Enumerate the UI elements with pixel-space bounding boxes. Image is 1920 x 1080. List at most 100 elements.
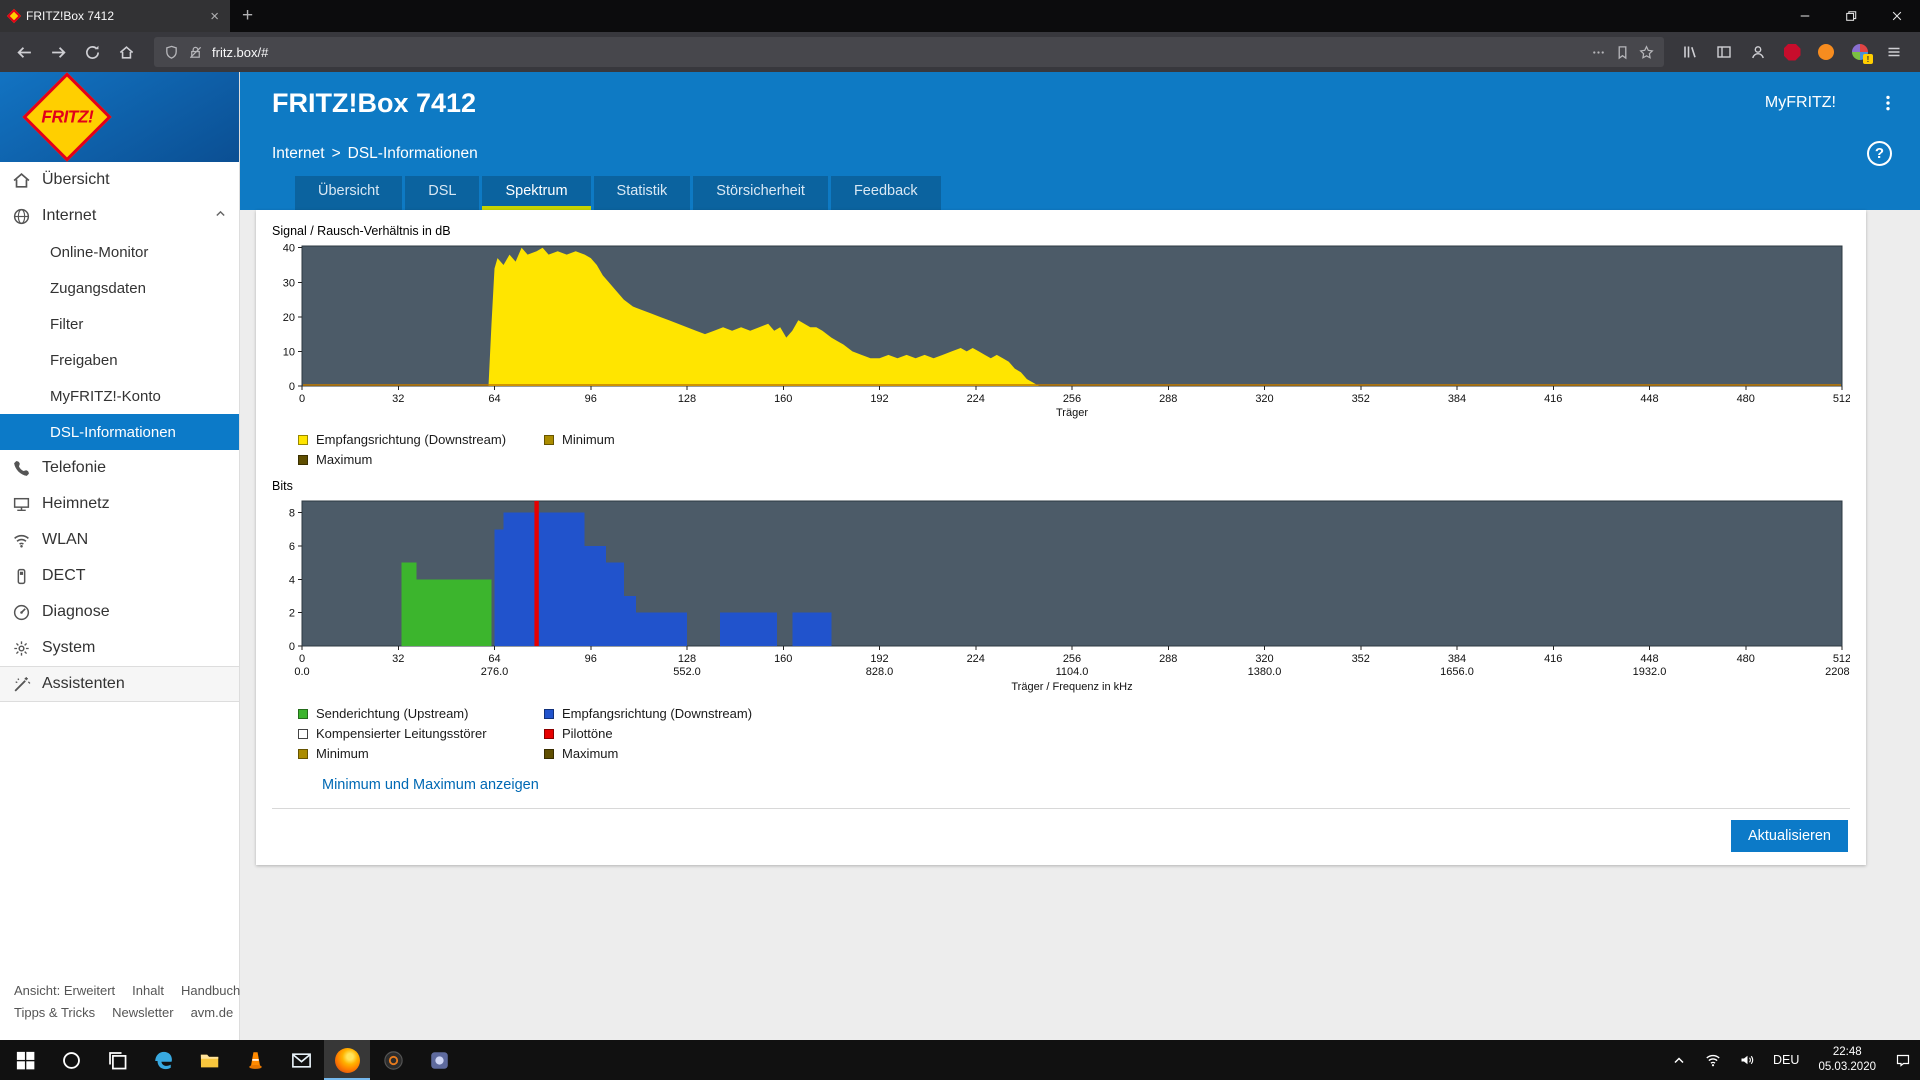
- legend-label: Senderichtung (Upstream): [316, 706, 469, 721]
- legend-label: Maximum: [316, 452, 373, 467]
- svg-text:64: 64: [488, 393, 500, 405]
- home-button[interactable]: [110, 36, 142, 68]
- svg-text:0: 0: [299, 653, 305, 665]
- breadcrumb-section[interactable]: Internet: [272, 145, 325, 163]
- refresh-button[interactable]: Aktualisieren: [1730, 820, 1848, 852]
- svg-text:416: 416: [1544, 653, 1562, 665]
- snr-chart: 0 32 64 96 128 160 192 224 256 288 320 352 384 416 448…: [272, 241, 1851, 425]
- new-tab-button[interactable]: +: [230, 5, 265, 27]
- fritz-favicon: [6, 8, 22, 24]
- sidebar-item-myfritz-konto[interactable]: MyFRITZ!-Konto: [0, 378, 239, 414]
- action-center-icon[interactable]: [1886, 1040, 1920, 1080]
- sidebar-item-online-monitor[interactable]: Online-Monitor: [0, 234, 239, 270]
- svg-text:0: 0: [299, 393, 305, 405]
- svg-text:288: 288: [1159, 653, 1177, 665]
- account-icon[interactable]: [1744, 38, 1772, 66]
- firefox-taskbar-icon[interactable]: [324, 1040, 370, 1080]
- legend-swatch: [544, 748, 554, 759]
- tray-expand-icon[interactable]: [1662, 1040, 1696, 1080]
- show-minmax-link[interactable]: Minimum und Maximum anzeigen: [322, 777, 539, 793]
- myfritz-link[interactable]: MyFRITZ!: [1765, 94, 1836, 112]
- footer-link-handbuch[interactable]: Handbuch: [181, 983, 240, 998]
- url-bar[interactable]: fritz.box/#: [154, 37, 1664, 67]
- media-app-taskbar-icon[interactable]: [370, 1040, 416, 1080]
- footer-link-newsletter[interactable]: Newsletter: [112, 1005, 173, 1020]
- sidebar-item-dsl-informationen[interactable]: DSL-Informationen: [0, 414, 239, 450]
- sidebar-item-wlan[interactable]: WLAN: [0, 522, 239, 558]
- extension-icon-multicolor[interactable]: !: [1846, 38, 1874, 66]
- explorer-taskbar-icon[interactable]: [186, 1040, 232, 1080]
- browser-tab[interactable]: FRITZ!Box 7412 ×: [0, 0, 230, 32]
- legend-item-senderichtung-upstream: Senderichtung (Upstream): [298, 706, 534, 721]
- url-text[interactable]: fritz.box/#: [212, 45, 1582, 60]
- taskview-taskbar-icon[interactable]: [94, 1040, 140, 1080]
- sidebar-item-dect[interactable]: DECT: [0, 558, 239, 594]
- svg-text:10: 10: [283, 346, 295, 358]
- window-restore-button[interactable]: [1828, 0, 1874, 32]
- reload-button[interactable]: [76, 36, 108, 68]
- tab-spektrum[interactable]: Spektrum: [482, 176, 591, 210]
- kebab-menu-icon[interactable]: [1876, 91, 1900, 115]
- svg-text:224: 224: [967, 653, 985, 665]
- sidebar-item-label: Freigaben: [50, 351, 118, 369]
- help-button[interactable]: ?: [1867, 141, 1892, 166]
- sidebar-item-assistenten[interactable]: Assistenten: [0, 666, 239, 702]
- sidebar-item-filter[interactable]: Filter: [0, 306, 239, 342]
- footer-link-tipps-tricks[interactable]: Tipps & Tricks: [14, 1005, 95, 1020]
- tab-statistik[interactable]: Statistik: [593, 176, 691, 210]
- bookmark-flag-icon[interactable]: [1615, 45, 1630, 60]
- photos-app-taskbar-icon[interactable]: [416, 1040, 462, 1080]
- forward-button[interactable]: [42, 36, 74, 68]
- search-taskbar-icon[interactable]: [48, 1040, 94, 1080]
- window-close-button[interactable]: [1874, 0, 1920, 32]
- network-icon[interactable]: [1696, 1040, 1730, 1080]
- window-minimize-button[interactable]: [1782, 0, 1828, 32]
- svg-text:1380.0: 1380.0: [1248, 666, 1282, 678]
- adblock-extension-icon[interactable]: [1778, 38, 1806, 66]
- insecure-lock-icon[interactable]: [188, 45, 203, 60]
- svg-text:320: 320: [1255, 393, 1273, 405]
- tab-dsl[interactable]: DSL: [405, 176, 480, 210]
- tab-feedback[interactable]: Feedback: [830, 176, 941, 210]
- sidebar-item-internet[interactable]: Internet: [0, 198, 239, 234]
- legend-swatch: [298, 728, 308, 739]
- taskbar-clock[interactable]: 22:48 05.03.2020: [1808, 1045, 1886, 1075]
- tracking-shield-icon[interactable]: [164, 45, 179, 60]
- tab-close-icon[interactable]: ×: [208, 8, 221, 25]
- footer-link-avm-de[interactable]: avm.de: [191, 1005, 234, 1020]
- language-indicator[interactable]: DEU: [1764, 1053, 1808, 1067]
- menu-icon[interactable]: [1880, 38, 1908, 66]
- start-taskbar-icon[interactable]: [2, 1040, 48, 1080]
- svg-text:448: 448: [1640, 653, 1658, 665]
- svg-text:224: 224: [967, 393, 985, 405]
- sidebar-toggle-icon[interactable]: [1710, 38, 1738, 66]
- tab-st-rsicherheit[interactable]: Störsicherheit: [693, 176, 828, 210]
- legend-label: Empfangsrichtung (Downstream): [316, 432, 507, 447]
- mail-taskbar-icon[interactable]: [278, 1040, 324, 1080]
- footer-link-inhalt[interactable]: Inhalt: [132, 983, 164, 998]
- footer-link-ansicht-erweitert[interactable]: Ansicht: Erweitert: [14, 983, 115, 998]
- back-button[interactable]: [8, 36, 40, 68]
- sidebar-item-freigaben[interactable]: Freigaben: [0, 342, 239, 378]
- sidebar-item-heimnetz[interactable]: Heimnetz: [0, 486, 239, 522]
- volume-icon[interactable]: [1730, 1040, 1764, 1080]
- sidebar-item-zugangsdaten[interactable]: Zugangsdaten: [0, 270, 239, 306]
- svg-text:2208.0: 2208.0: [1825, 666, 1850, 678]
- fritz-logo[interactable]: FRITZ!: [0, 72, 239, 162]
- svg-text:552.0: 552.0: [673, 666, 701, 678]
- sidebar-item-system[interactable]: System: [0, 630, 239, 666]
- vlc-taskbar-icon[interactable]: [232, 1040, 278, 1080]
- diagnose-icon: [12, 603, 31, 622]
- sidebar-item-label: Zugangsdaten: [50, 279, 146, 297]
- extension-icon-orange[interactable]: [1812, 38, 1840, 66]
- sidebar-item-bersicht[interactable]: Übersicht: [0, 162, 239, 198]
- system-icon: [12, 639, 31, 658]
- edge-taskbar-icon[interactable]: [140, 1040, 186, 1080]
- svg-text:512: 512: [1833, 393, 1850, 405]
- star-icon[interactable]: [1639, 44, 1654, 60]
- tab-bersicht[interactable]: Übersicht: [295, 176, 403, 210]
- sidebar-item-telefonie[interactable]: Telefonie: [0, 450, 239, 486]
- sidebar-item-diagnose[interactable]: Diagnose: [0, 594, 239, 630]
- page-actions-icon[interactable]: [1591, 45, 1606, 60]
- library-icon[interactable]: [1676, 38, 1704, 66]
